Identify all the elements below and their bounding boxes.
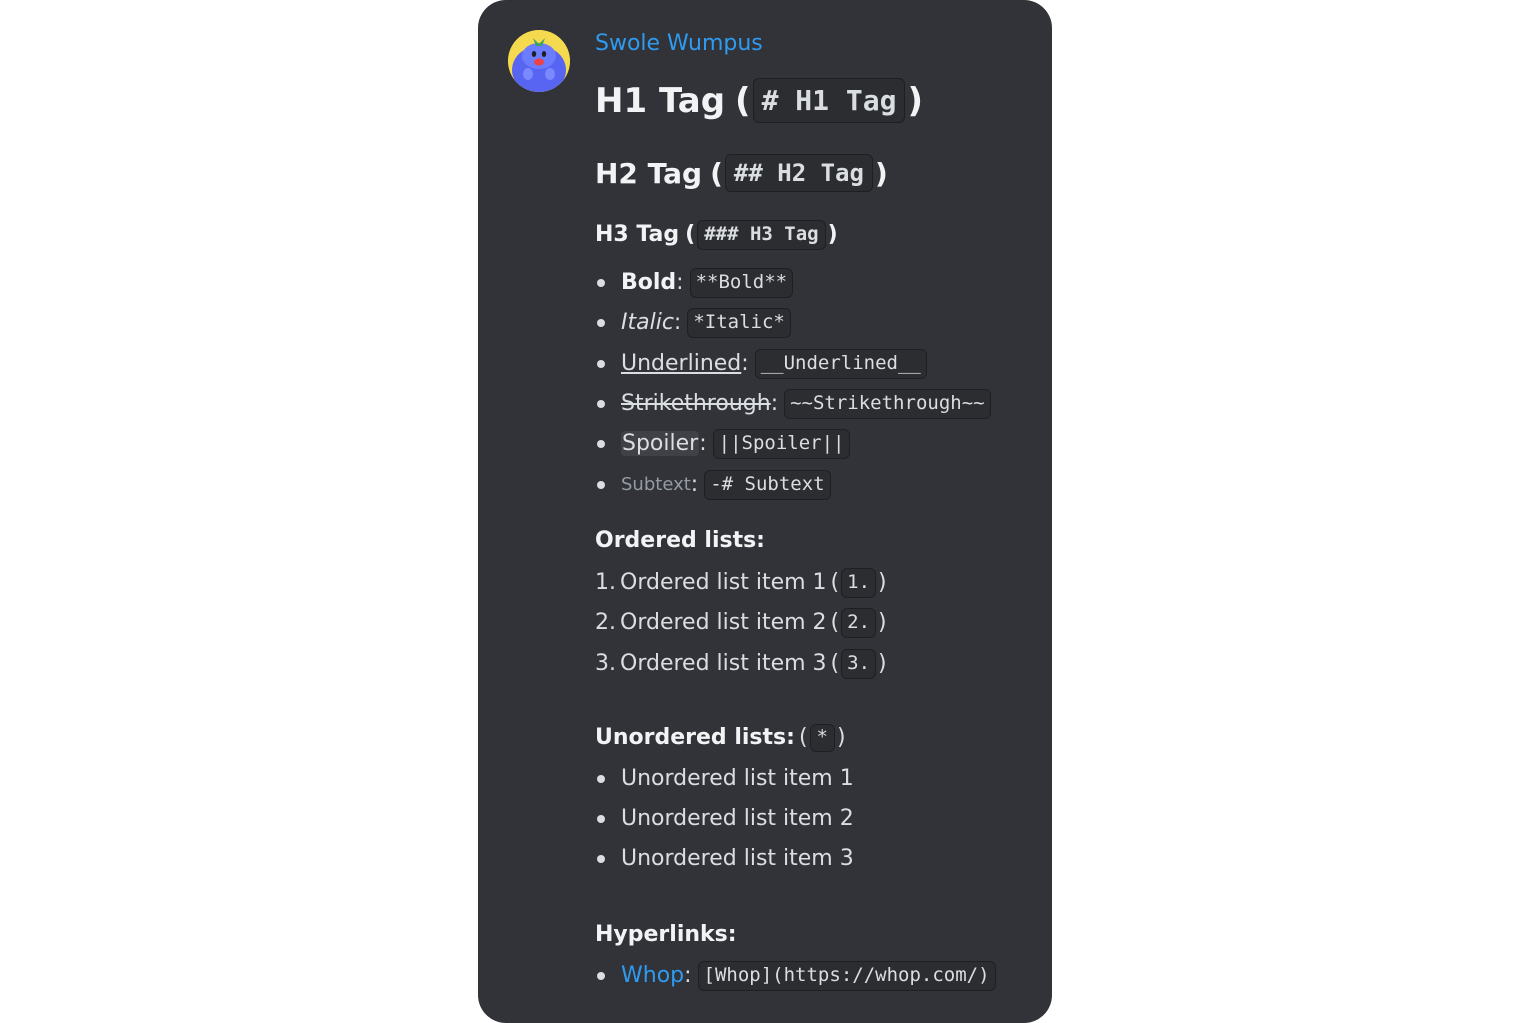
close-paren: ) [878, 651, 887, 677]
underlined-code: __Underlined__ [754, 349, 927, 379]
h1-code: # H1 Tag [752, 78, 906, 123]
unordered-lists-header: Unordered lists: ( * ) [595, 724, 846, 752]
ordered-text: Ordered list item 2 [620, 610, 827, 636]
separator: : [741, 351, 749, 377]
unordered-code: * [809, 724, 835, 752]
heading-h2: H2 Tag ( ## H2 Tag ) [595, 154, 888, 192]
italic-label: Italic [621, 310, 674, 336]
h3-close-paren: ) [827, 222, 838, 248]
list-item-hyperlink: Whop : [Whop](https://whop.com/) [595, 961, 998, 991]
ordered-list-item: 2. Ordered list item 2 ( 2. ) [595, 608, 887, 638]
spoiler-code: ||Spoiler|| [712, 429, 851, 459]
ordered-number: 1. [595, 570, 616, 596]
bold-code: **Bold** [689, 268, 794, 298]
h2-text: H2 Tag [595, 156, 703, 190]
list-item-bold: Bold : **Bold** [595, 268, 795, 298]
subtext-code: -# Subtext [704, 470, 831, 500]
hyperlink-code: [Whop](https://whop.com/) [697, 961, 996, 991]
h2-code: ## H2 Tag [724, 154, 873, 192]
subtext-label: Subtext [621, 474, 691, 496]
unordered-text: Unordered list item 1 [621, 766, 854, 791]
bullet-icon [597, 854, 605, 863]
bullet-icon [597, 439, 605, 448]
wumpus-avatar-icon [508, 30, 570, 92]
separator: : [770, 391, 779, 417]
close-paren: ) [878, 610, 887, 636]
message-card: Swole Wumpus H1 Tag ( # H1 Tag ) H2 Tag … [478, 0, 1052, 1023]
list-item-spoiler: Spoiler : ||Spoiler|| [595, 429, 852, 459]
unordered-text: Unordered list item 3 [621, 846, 854, 871]
separator: : [699, 431, 707, 457]
wumpus-avatar[interactable] [508, 30, 570, 92]
ordered-list-item: 3. Ordered list item 3 ( 3. ) [595, 649, 887, 679]
hyperlinks-title: Hyperlinks: [595, 922, 737, 947]
open-paren: ( [798, 725, 808, 751]
bullet-icon [597, 359, 605, 368]
ordered-text: Ordered list item 1 [620, 570, 827, 596]
open-paren: ( [830, 570, 840, 596]
username[interactable]: Swole Wumpus [595, 30, 763, 58]
bullet-icon [597, 774, 605, 783]
bullet-icon [597, 399, 605, 408]
bullet-icon [597, 480, 605, 489]
separator: : [673, 310, 682, 336]
h2-close-paren: ) [874, 156, 888, 190]
list-item-strikethrough: Strikethrough : ~~Strikethrough~~ [595, 389, 993, 419]
h1-text: H1 Tag [595, 80, 726, 121]
heading-h3: H3 Tag ( ### H3 Tag ) [595, 220, 838, 250]
separator: : [690, 472, 699, 498]
list-item-underlined: Underlined : __Underlined__ [595, 349, 929, 379]
open-paren: ( [830, 610, 840, 636]
bullet-icon [597, 278, 605, 287]
separator: : [684, 963, 692, 989]
strikethrough-code: ~~Strikethrough~~ [784, 389, 991, 419]
list-item-italic: Italic : *Italic* [595, 308, 793, 338]
ordered-number: 2. [595, 610, 616, 636]
bullet-icon [597, 971, 605, 980]
h2-open-paren: ( [710, 156, 723, 190]
unordered-lists-title: Unordered lists: [595, 725, 795, 751]
open-paren: ( [830, 651, 840, 677]
ordered-code: 3. [841, 649, 877, 679]
h3-open-paren: ( [685, 222, 696, 248]
unordered-list-item: Unordered list item 3 [595, 846, 854, 871]
close-paren: ) [836, 725, 846, 751]
ordered-code: 1. [841, 568, 877, 598]
ordered-number: 3. [595, 651, 616, 677]
unordered-text: Unordered list item 2 [621, 806, 854, 831]
h1-open-paren: ( [735, 80, 751, 121]
separator: : [676, 270, 684, 296]
heading-h1: H1 Tag ( # H1 Tag ) [595, 78, 923, 123]
underlined-label: Underlined [621, 351, 742, 377]
italic-code: *Italic* [687, 308, 791, 338]
h3-code: ### H3 Tag [697, 220, 826, 250]
strikethrough-label: Strikethrough [621, 391, 771, 417]
ordered-lists-title: Ordered lists: [595, 528, 765, 553]
close-paren: ) [878, 570, 887, 596]
ordered-text: Ordered list item 3 [620, 651, 827, 677]
h1-close-paren: ) [907, 80, 923, 121]
whop-link[interactable]: Whop [621, 963, 684, 988]
ordered-list-item: 1. Ordered list item 1 ( 1. ) [595, 568, 887, 598]
ordered-code: 2. [841, 608, 877, 638]
unordered-list-item: Unordered list item 2 [595, 806, 854, 831]
bullet-icon [597, 814, 605, 823]
unordered-list-item: Unordered list item 1 [595, 766, 854, 791]
bullet-icon [597, 318, 605, 327]
list-item-subtext: Subtext : -# Subtext [595, 470, 833, 500]
spoiler-label[interactable]: Spoiler [621, 431, 700, 457]
bold-label: Bold [621, 270, 677, 296]
h3-text: H3 Tag [595, 222, 680, 248]
